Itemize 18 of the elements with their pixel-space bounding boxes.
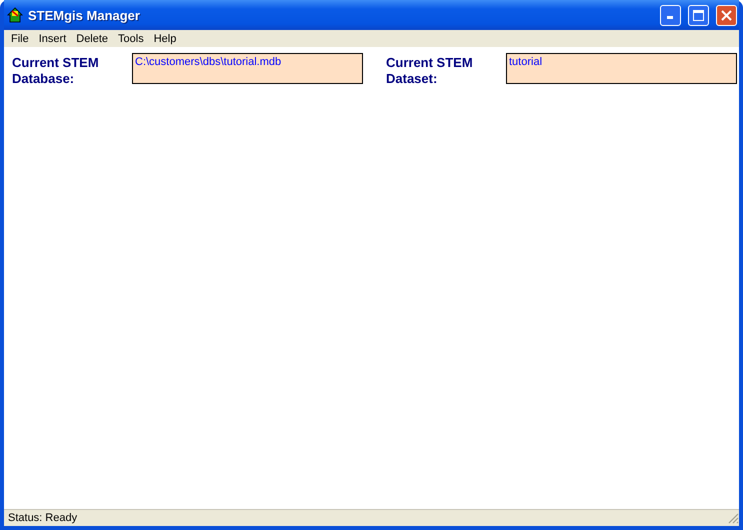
resize-grip-icon xyxy=(727,512,739,524)
menu-item[interactable]: Help xyxy=(148,32,182,44)
field-label: Current STEM Database: xyxy=(12,55,100,87)
close-icon xyxy=(721,10,732,20)
menu-item[interactable]: Tools xyxy=(113,32,149,44)
menu-item[interactable]: Delete xyxy=(71,32,114,44)
value-field: tutorial xyxy=(506,53,737,84)
window-title: STEMgis Manager xyxy=(28,8,141,22)
status-text: Status: Ready xyxy=(7,512,78,524)
menu-item[interactable]: Insert xyxy=(34,32,72,44)
minimize-button[interactable] xyxy=(660,4,681,26)
menu-item[interactable]: File xyxy=(6,32,34,44)
field-label: Current STEM Dataset: xyxy=(386,55,474,87)
house-icon xyxy=(7,7,23,23)
close-button[interactable] xyxy=(716,4,737,26)
maximize-button[interactable] xyxy=(688,4,709,26)
value-field: C:\customers\dbs\tutorial.mdb xyxy=(132,53,363,84)
maximize-icon xyxy=(693,10,704,20)
